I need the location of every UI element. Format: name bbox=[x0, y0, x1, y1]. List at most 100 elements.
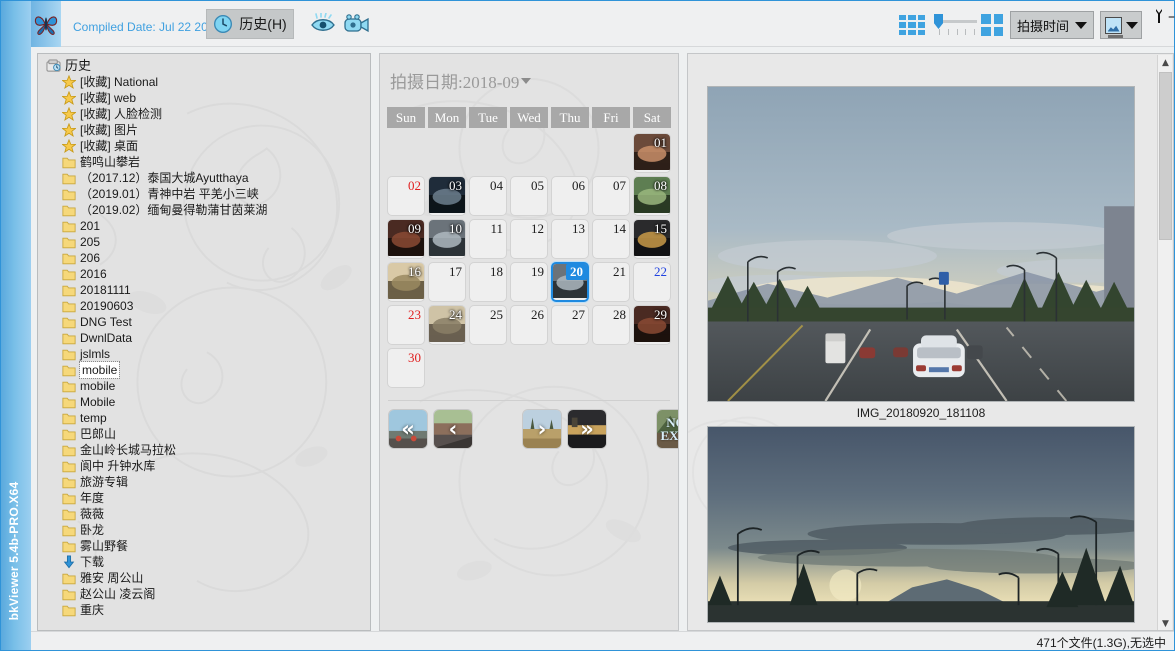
tree-item[interactable]: （2019.02）缅甸曼得勒蒲甘茵莱湖 bbox=[38, 202, 370, 218]
calendar-day-cell[interactable]: 27 bbox=[551, 305, 589, 345]
tree-item[interactable]: Mobile bbox=[38, 394, 370, 410]
calendar-day-cell[interactable]: 03 bbox=[428, 176, 466, 216]
calendar-day-grid[interactable]: 01 02030405060708 09101112131415 1617181920… bbox=[387, 133, 671, 388]
calendar-day-cell[interactable]: 11 bbox=[469, 219, 507, 259]
scroll-down-arrow[interactable]: ▼ bbox=[1158, 616, 1173, 631]
calendar-day-cell[interactable]: 18 bbox=[469, 262, 507, 302]
photo-item-1[interactable]: IMG_20180920_181108 bbox=[707, 86, 1135, 420]
next-page-button[interactable]: › bbox=[522, 409, 562, 449]
video-camera-icon[interactable] bbox=[343, 11, 371, 37]
tree-item[interactable]: [收藏] National bbox=[38, 74, 370, 90]
calendar-day-cell[interactable]: 04 bbox=[469, 176, 507, 216]
viewer-vertical-scrollbar[interactable]: ▲ ▼ bbox=[1157, 55, 1172, 631]
calendar-day-cell[interactable]: 23 bbox=[387, 305, 425, 345]
calendar-day-cell[interactable]: 05 bbox=[510, 176, 548, 216]
tree-item[interactable]: 雅安 周公山 bbox=[38, 570, 370, 586]
tree-item[interactable]: 雾山野餐 bbox=[38, 538, 370, 554]
history-button[interactable]: 历史(H) bbox=[206, 9, 294, 39]
photo-item-2[interactable] bbox=[707, 426, 1135, 623]
grid-9-icon[interactable] bbox=[899, 15, 925, 35]
calendar-day-cell[interactable]: 15 bbox=[633, 219, 671, 259]
tree-item[interactable]: 旅游专辑 bbox=[38, 474, 370, 490]
tree-item[interactable]: temp bbox=[38, 410, 370, 426]
slider-knob[interactable] bbox=[934, 14, 943, 29]
scroll-up-arrow[interactable]: ▲ bbox=[1158, 55, 1173, 70]
tree-item[interactable]: DwnlData bbox=[38, 330, 370, 346]
calendar-day-cell[interactable]: 28 bbox=[592, 305, 630, 345]
tree-item[interactable]: mobile bbox=[38, 378, 370, 394]
calendar-day-cell[interactable]: 20 bbox=[551, 262, 589, 302]
tree-item[interactable]: 巴郎山 bbox=[38, 426, 370, 442]
folder-tree-panel[interactable]: 历史 [收藏] National[收藏] web[收藏] 人脸检测[收藏] 图片… bbox=[37, 53, 371, 631]
slider-ticks bbox=[939, 29, 975, 36]
folder-icon bbox=[62, 188, 76, 201]
tree-item[interactable]: （2019.01）青神中岩 平羌小三峡 bbox=[38, 186, 370, 202]
calendar-day-cell[interactable]: 09 bbox=[387, 219, 425, 259]
sort-dropdown-button[interactable]: 拍摄时间 bbox=[1010, 11, 1094, 39]
calendar-day-cell[interactable]: 25 bbox=[469, 305, 507, 345]
calendar-day-cell[interactable]: 24 bbox=[428, 305, 466, 345]
grid-4-icon[interactable] bbox=[981, 14, 1003, 36]
tree-item[interactable]: [收藏] 桌面 bbox=[38, 138, 370, 154]
calendar-panel[interactable]: 拍摄日期:2018-09 SunMonTueWedThuFriSat 01020… bbox=[379, 53, 679, 631]
settings-wrench-icon[interactable] bbox=[1153, 9, 1165, 25]
calendar-day-cell[interactable]: 13 bbox=[551, 219, 589, 259]
tree-root-history[interactable]: 历史 bbox=[38, 58, 370, 74]
tree-item[interactable]: 赵公山 凌云阁 bbox=[38, 586, 370, 602]
tree-item[interactable]: 20190603 bbox=[38, 298, 370, 314]
eye-icon[interactable] bbox=[309, 11, 337, 37]
calendar-day-cell[interactable]: 12 bbox=[510, 219, 548, 259]
folder-icon bbox=[62, 172, 76, 185]
last-page-button[interactable]: » bbox=[567, 409, 607, 449]
scrollbar-thumb[interactable] bbox=[1159, 72, 1172, 240]
tree-item[interactable]: 卧龙 bbox=[38, 522, 370, 538]
tree-item[interactable]: 金山岭长城马拉松 bbox=[38, 442, 370, 458]
tree-item-label: 雾山野餐 bbox=[80, 538, 128, 554]
tree-item[interactable]: 206 bbox=[38, 250, 370, 266]
tree-item[interactable]: 薇薇 bbox=[38, 506, 370, 522]
tree-item[interactable]: 鹤鸣山攀岩 bbox=[38, 154, 370, 170]
calendar-day-cell[interactable]: 21 bbox=[592, 262, 630, 302]
tree-item[interactable]: jslmls bbox=[38, 346, 370, 362]
folder-icon bbox=[62, 444, 76, 457]
star-icon bbox=[62, 139, 76, 153]
calendar-day-cell[interactable]: 08 bbox=[633, 176, 671, 216]
calendar-day-cell[interactable]: 06 bbox=[551, 176, 589, 216]
calendar-day-cell[interactable]: 19 bbox=[510, 262, 548, 302]
calendar-title[interactable]: 拍摄日期:2018-09 bbox=[390, 68, 678, 93]
calendar-day-cell[interactable]: 17 bbox=[428, 262, 466, 302]
zoom-slider[interactable] bbox=[931, 11, 979, 39]
calendar-day-cell[interactable]: 22 bbox=[633, 262, 671, 302]
previous-page-button[interactable]: ‹ bbox=[433, 409, 473, 449]
calendar-day-cell[interactable]: 02 bbox=[387, 176, 425, 216]
calendar-day-cell[interactable]: 16 bbox=[387, 262, 425, 302]
tree-item[interactable]: [收藏] web bbox=[38, 90, 370, 106]
tree-item[interactable]: 2016 bbox=[38, 266, 370, 282]
tree-item[interactable]: 201 bbox=[38, 218, 370, 234]
calendar-day-cell[interactable]: 01 bbox=[633, 133, 671, 173]
no-exif-button[interactable]: NO EXIF bbox=[656, 409, 679, 449]
tree-item[interactable]: [收藏] 人脸检测 bbox=[38, 106, 370, 122]
tree-item[interactable]: [收藏] 图片 bbox=[38, 122, 370, 138]
tree-item[interactable]: mobile bbox=[38, 362, 370, 378]
tree-item[interactable]: 阆中 升钟水库 bbox=[38, 458, 370, 474]
calendar-navigation-bar[interactable]: « ‹ › bbox=[388, 409, 670, 449]
tree-item[interactable]: 年度 bbox=[38, 490, 370, 506]
view-mode-dropdown-button[interactable] bbox=[1100, 11, 1142, 39]
tree-item[interactable]: （2017.12）泰国大城Ayutthaya bbox=[38, 170, 370, 186]
tree-item[interactable]: 205 bbox=[38, 234, 370, 250]
tree-item[interactable]: 下载 bbox=[38, 554, 370, 570]
calendar-day-cell[interactable]: 29 bbox=[633, 305, 671, 345]
photo-viewer-panel[interactable]: IMG_20180920_181108 bbox=[687, 53, 1174, 631]
calendar-day-cell[interactable]: 10 bbox=[428, 219, 466, 259]
tree-item[interactable]: DNG Test bbox=[38, 314, 370, 330]
chevron-down-icon bbox=[521, 78, 531, 84]
minimize-button[interactable]: – bbox=[1168, 9, 1175, 25]
calendar-day-cell[interactable]: 14 bbox=[592, 219, 630, 259]
tree-item[interactable]: 20181111 bbox=[38, 282, 370, 298]
tree-item[interactable]: 重庆 bbox=[38, 602, 370, 618]
calendar-day-cell[interactable]: 26 bbox=[510, 305, 548, 345]
first-page-button[interactable]: « bbox=[388, 409, 428, 449]
calendar-day-cell[interactable]: 30 bbox=[387, 348, 425, 388]
calendar-day-cell[interactable]: 07 bbox=[592, 176, 630, 216]
